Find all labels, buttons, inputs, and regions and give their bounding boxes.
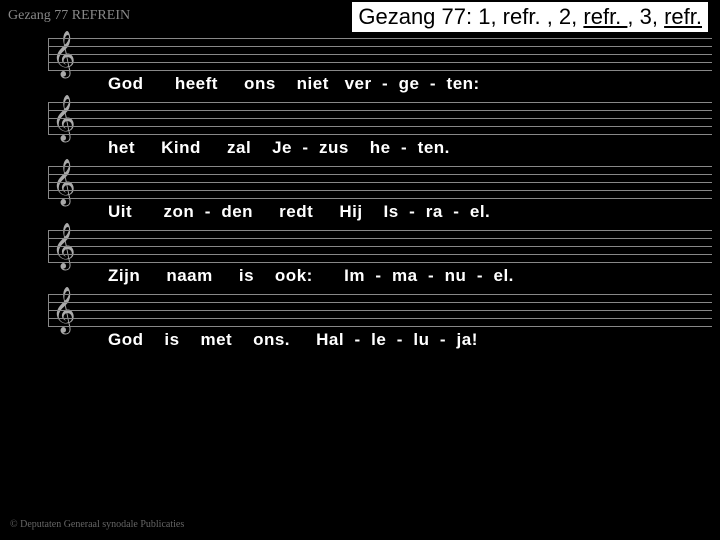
staff-lines bbox=[48, 294, 712, 326]
treble-clef-icon: 𝄞 bbox=[52, 288, 76, 332]
title-refr-3: refr. bbox=[664, 4, 702, 29]
lyric-line: God is met ons. Hal - le - lu - ja! bbox=[108, 330, 478, 350]
staff-lines bbox=[48, 102, 712, 134]
barline bbox=[48, 166, 49, 198]
hymn-label-small: Gezang 77 REFREIN bbox=[8, 8, 130, 24]
lyric-line: Uit zon - den redt Hij Is - ra - el. bbox=[108, 202, 490, 222]
lyric-line: het Kind zal Je - zus he - ten. bbox=[108, 138, 450, 158]
title-part-mid: , 3, bbox=[627, 4, 664, 29]
barline bbox=[48, 38, 49, 70]
title-refr-2: refr. bbox=[583, 4, 627, 29]
staff-lines bbox=[48, 166, 712, 198]
treble-clef-icon: 𝄞 bbox=[52, 224, 76, 268]
staff-lines bbox=[48, 230, 712, 262]
staff-row: 𝄞 Zijn naam is ook: Im - ma - nu - el. bbox=[8, 230, 712, 266]
lyric-line: Zijn naam is ook: Im - ma - nu - el. bbox=[108, 266, 514, 286]
barline bbox=[48, 294, 49, 326]
staff-row: 𝄞 God heeft ons niet ver - ge - ten: bbox=[8, 38, 712, 74]
barline bbox=[48, 230, 49, 262]
title-part-1: Gezang 77: 1, refr. , 2, bbox=[358, 4, 583, 29]
staff-row: 𝄞 Uit zon - den redt Hij Is - ra - el. bbox=[8, 166, 712, 202]
staff-row: 𝄞 God is met ons. Hal - le - lu - ja! bbox=[8, 294, 712, 330]
treble-clef-icon: 𝄞 bbox=[52, 160, 76, 204]
barline bbox=[48, 102, 49, 134]
treble-clef-icon: 𝄞 bbox=[52, 96, 76, 140]
treble-clef-icon: 𝄞 bbox=[52, 32, 76, 76]
copyright-notice: © Deputaten Generaal synodale Publicatie… bbox=[10, 519, 184, 530]
staff-row: 𝄞 het Kind zal Je - zus he - ten. bbox=[8, 102, 712, 138]
staff-lines bbox=[48, 38, 712, 70]
lyric-line: God heeft ons niet ver - ge - ten: bbox=[108, 74, 480, 94]
music-score: 𝄞 God heeft ons niet ver - ge - ten: 𝄞 h… bbox=[8, 38, 712, 358]
hymn-title-overlay: Gezang 77: 1, refr. , 2, refr. , 3, refr… bbox=[352, 2, 708, 32]
